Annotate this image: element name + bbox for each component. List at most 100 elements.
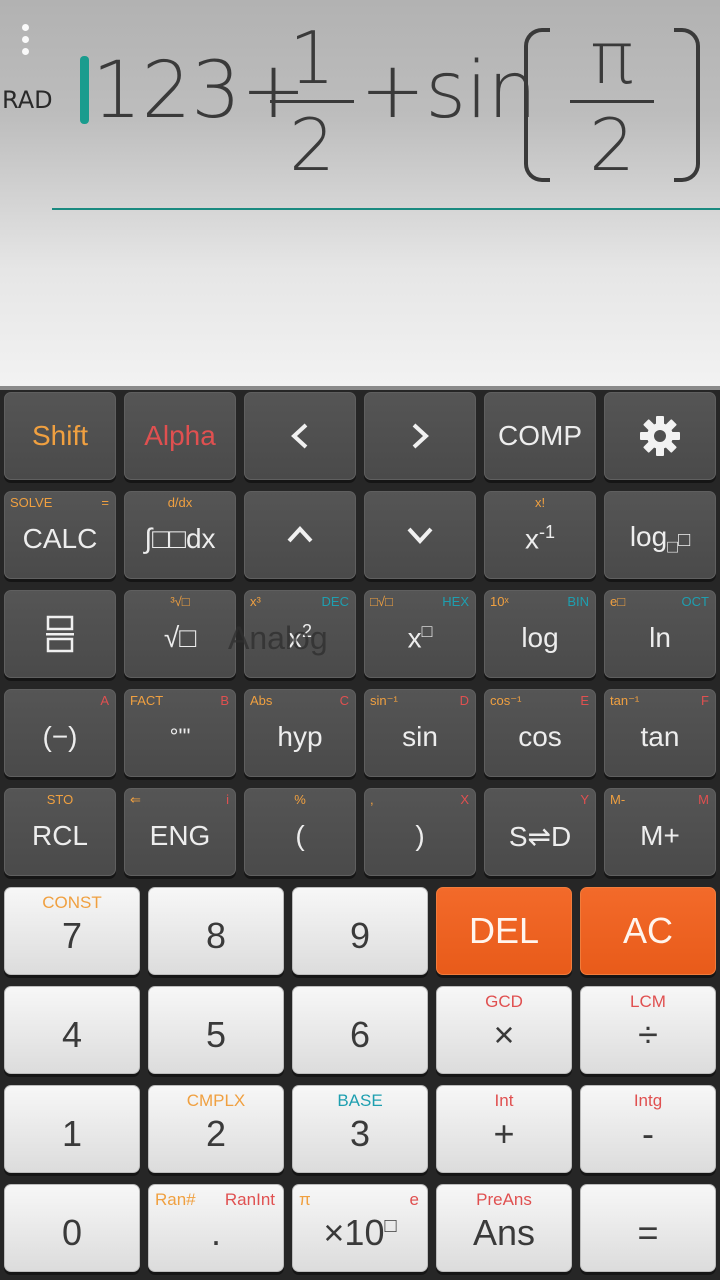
eng-left-label: ⇐ <box>130 792 141 807</box>
settings-button[interactable] <box>604 392 716 480</box>
var-x-label: X <box>460 792 469 807</box>
exp10-label: ×10 <box>323 1212 385 1253</box>
log-label: log <box>521 622 559 653</box>
plus-button[interactable]: Int + <box>436 1085 572 1173</box>
key-2[interactable]: CMPLX 2 <box>148 1085 284 1173</box>
comma-label: , <box>370 792 374 807</box>
imaginary-label: i <box>226 792 229 807</box>
key-3[interactable]: BASE 3 <box>292 1085 428 1173</box>
rcl-button[interactable]: STO RCL <box>4 788 116 876</box>
arctan-label: tan⁻¹ <box>610 693 640 708</box>
multiply-button[interactable]: GCD × <box>436 986 572 1074</box>
fraction-one-half: 1 2 <box>270 18 354 185</box>
negative-button[interactable]: A (−) <box>4 689 116 777</box>
equals-shift-label: = <box>101 495 109 510</box>
alpha-button[interactable]: Alpha <box>124 392 236 480</box>
ans-button[interactable]: PreAns Ans <box>436 1184 572 1272</box>
key-5[interactable]: 5 <box>148 986 284 1074</box>
key-4[interactable]: 4 <box>4 986 140 1074</box>
fraction-pi-half: π 2 <box>570 18 654 185</box>
overflow-menu-icon[interactable] <box>16 22 36 58</box>
integral-button[interactable]: d/dx ∫□□dx <box>124 491 236 579</box>
cmplx-label: CMPLX <box>186 1091 246 1110</box>
s-to-d-button[interactable]: Y S⇌D <box>484 788 596 876</box>
lcm-label: LCM <box>630 992 666 1011</box>
multiply-label: × <box>493 1014 515 1055</box>
minus-label: - <box>642 1113 654 1154</box>
key-6[interactable]: 6 <box>292 986 428 1074</box>
comp-label: COMP <box>498 420 582 451</box>
decimal-button[interactable]: Ran# RanInt . <box>148 1184 284 1272</box>
all-clear-button[interactable]: AC <box>580 887 716 975</box>
equals-button[interactable]: = <box>580 1184 716 1272</box>
cursor-up-button[interactable] <box>244 491 356 579</box>
var-e-label: E <box>580 693 589 708</box>
euler-label: e <box>409 1190 419 1209</box>
key-9[interactable]: 9 <box>292 887 428 975</box>
s-to-d-label: S⇌D <box>508 820 572 852</box>
var-m-label: M <box>698 792 709 807</box>
minus-button[interactable]: Intg - <box>580 1085 716 1173</box>
key-5-label: 5 <box>205 1014 227 1055</box>
fact-label: FACT <box>130 693 164 708</box>
power-button[interactable]: □√□ HEX x□ <box>364 590 476 678</box>
fraction-denominator: 2 <box>589 103 635 187</box>
gcd-label: GCD <box>485 992 523 1011</box>
chevron-up-icon <box>287 526 313 543</box>
eng-button[interactable]: ⇐ i ENG <box>124 788 236 876</box>
abs-label: Abs <box>250 693 273 708</box>
ans-label: Ans <box>472 1212 536 1253</box>
cursor-right-button[interactable] <box>364 392 476 480</box>
chevron-right-icon <box>412 423 429 449</box>
left-paren-button[interactable]: % ( <box>244 788 356 876</box>
exp10-button[interactable]: π e ×10□ <box>292 1184 428 1272</box>
log-base-button[interactable]: log□□ <box>604 491 716 579</box>
sin-button[interactable]: sin⁻¹ D sin <box>364 689 476 777</box>
ran-label: Ran# <box>155 1190 196 1209</box>
comp-mode-button[interactable]: COMP <box>484 392 596 480</box>
shift-button[interactable]: Shift <box>4 392 116 480</box>
eng-label: ENG <box>149 820 211 851</box>
fraction-numerator: 1 <box>289 16 335 100</box>
var-a-label: A <box>100 693 109 708</box>
key-7[interactable]: CONST 7 <box>4 887 140 975</box>
cursor-down-button[interactable] <box>364 491 476 579</box>
calc-button[interactable]: SOLVE = CALC <box>4 491 116 579</box>
key-9-label: 9 <box>349 915 371 956</box>
cursor-left-button[interactable] <box>244 392 356 480</box>
decimal-label: . <box>210 1212 221 1253</box>
key-1-label: 1 <box>61 1113 83 1154</box>
right-paren-button[interactable]: , X ) <box>364 788 476 876</box>
intg-label: Intg <box>633 1091 663 1110</box>
delete-button[interactable]: DEL <box>436 887 572 975</box>
ln-button[interactable]: e□ OCT ln <box>604 590 716 678</box>
var-y-label: Y <box>580 792 589 807</box>
sqrt-button[interactable]: ³√□ √□ <box>124 590 236 678</box>
const-label: CONST <box>42 893 102 912</box>
power-base: x <box>407 622 422 654</box>
m-plus-button[interactable]: M- M M+ <box>604 788 716 876</box>
hyp-button[interactable]: Abs C hyp <box>244 689 356 777</box>
degree-button[interactable]: FACT B °'" <box>124 689 236 777</box>
tan-button[interactable]: tan⁻¹ F tan <box>604 689 716 777</box>
bin-label: BIN <box>567 594 589 609</box>
shift-label: Shift <box>31 420 89 451</box>
divide-button[interactable]: LCM ÷ <box>580 986 716 1074</box>
m-plus-label: M+ <box>640 820 680 851</box>
fraction-button[interactable] <box>4 590 116 678</box>
cube-label: x³ <box>250 594 261 609</box>
reciprocal-button[interactable]: x! x-1 <box>484 491 596 579</box>
key-2-label: 2 <box>205 1113 227 1154</box>
key-1[interactable]: 1 <box>4 1085 140 1173</box>
cos-button[interactable]: cos⁻¹ E cos <box>484 689 596 777</box>
exp-label: e□ <box>610 594 626 609</box>
expression-sin: +sin <box>360 46 538 136</box>
calculator-display[interactable]: RAD 123+ 1 2 +sin π 2 <box>0 0 720 386</box>
key-8[interactable]: 8 <box>148 887 284 975</box>
text-cursor <box>80 56 89 124</box>
key-0[interactable]: 0 <box>4 1184 140 1272</box>
base-label: BASE <box>337 1091 383 1110</box>
log-button[interactable]: 10ˣ BIN log <box>484 590 596 678</box>
fraction-icon <box>46 615 74 653</box>
log-base-argument: □ <box>678 528 691 551</box>
